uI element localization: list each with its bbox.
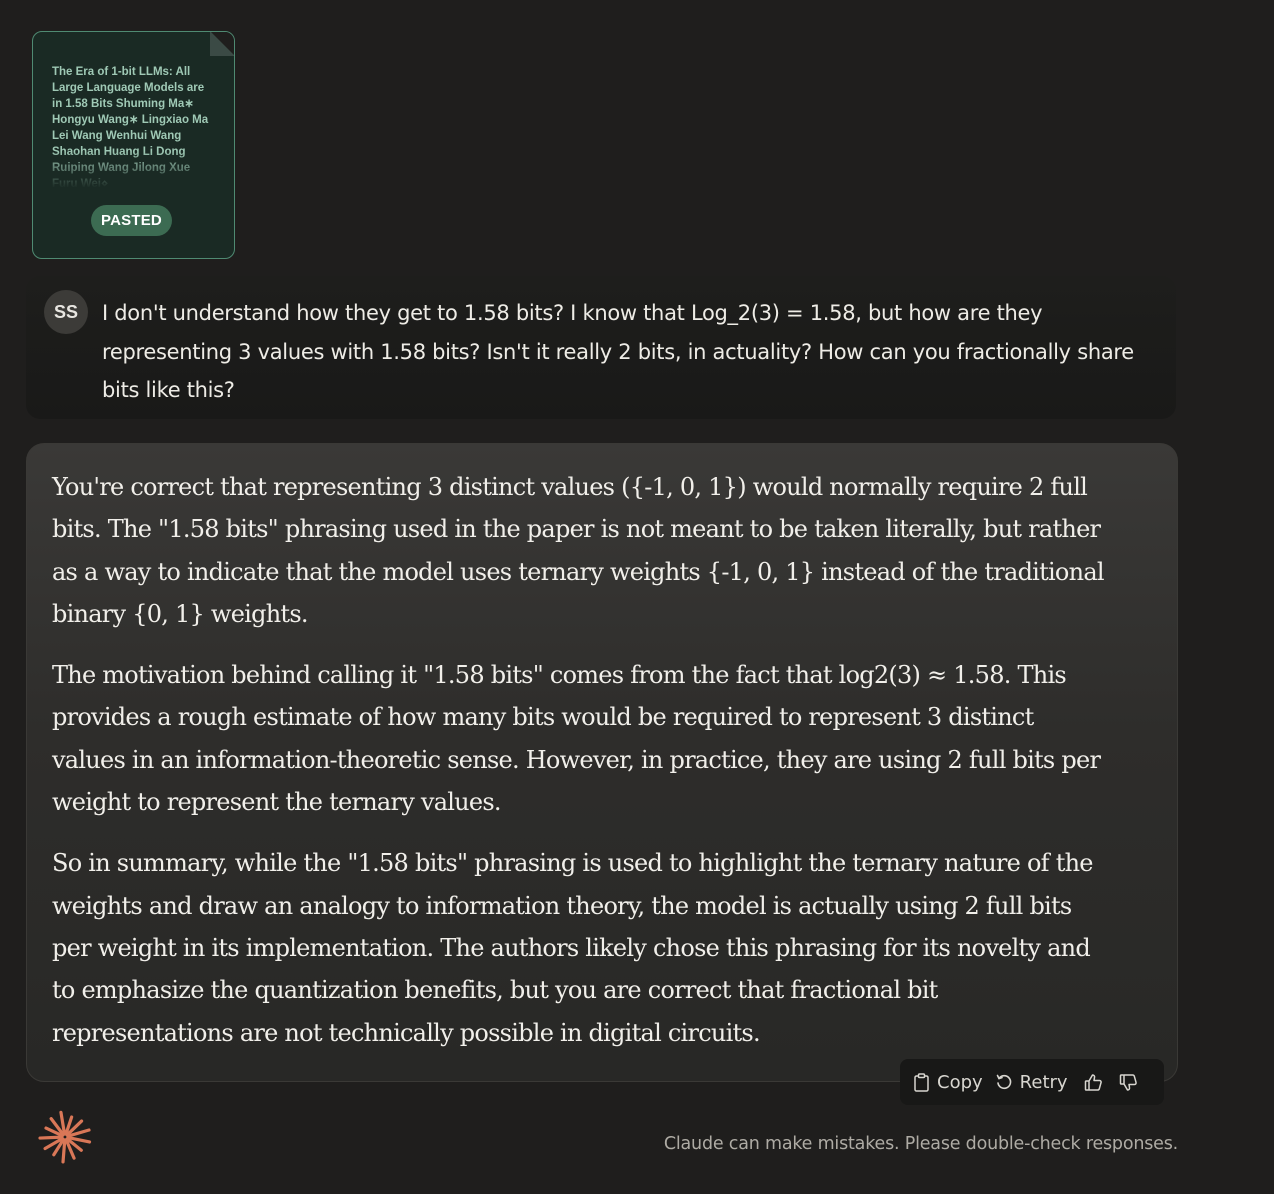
pasted-badge: PASTED [91, 205, 172, 236]
pasted-preview-line: Shaohan Huang Li Dong [52, 146, 186, 158]
retry-button[interactable]: Retry [995, 1065, 1068, 1099]
pasted-preview-line: Lei Wang Wenhui Wang [52, 130, 182, 142]
user-avatar: SS [44, 290, 88, 334]
assistant-paragraph: So in summary, while the "1.58 bits" phr… [52, 849, 1094, 1047]
thumbs-up-icon [1084, 1073, 1103, 1092]
page-fold-corner [210, 32, 234, 56]
pasted-preview-line: Large Language Models are [52, 82, 205, 94]
chat-page: The Era of 1-bit LLMs: All Large Languag… [0, 0, 1274, 1194]
thumbs-down-button[interactable] [1119, 1065, 1138, 1099]
assistant-paragraph: The motivation behind calling it "1.58 b… [52, 661, 1101, 817]
copy-label: Copy [937, 1071, 983, 1093]
user-message-text: I don't understand how they get to 1.58 … [102, 301, 1134, 402]
claude-starburst-icon [38, 1110, 92, 1164]
copy-button[interactable]: Copy [913, 1065, 983, 1099]
thumbs-down-icon [1119, 1073, 1138, 1092]
disclaimer-text: Claude can make mistakes. Please double-… [663, 1134, 1178, 1154]
retry-label: Retry [1019, 1071, 1068, 1093]
assistant-message-text: You're correct that representing 3 disti… [52, 466, 1112, 1073]
pasted-preview-line: in 1.58 Bits Shuming Ma∗ [52, 98, 194, 110]
assistant-paragraph: You're correct that representing 3 disti… [52, 473, 1105, 628]
retry-icon [995, 1073, 1013, 1091]
message-action-toolbar: Copy Retry [900, 1059, 1164, 1105]
thumbs-up-button[interactable] [1084, 1065, 1103, 1099]
pasted-attachment-card[interactable]: The Era of 1-bit LLMs: All Large Languag… [32, 31, 235, 259]
pasted-preview-line: The Era of 1-bit LLMs: All [52, 66, 191, 78]
clipboard-icon [913, 1072, 930, 1092]
pasted-preview-line: Furu Wei⋄ [52, 178, 109, 188]
pasted-preview-text: The Era of 1-bit LLMs: All Large Languag… [52, 64, 224, 188]
pasted-preview-line: Hongyu Wang∗ Lingxiao Ma [52, 114, 209, 126]
pasted-preview-line: Ruiping Wang Jilong Xue [52, 162, 191, 174]
